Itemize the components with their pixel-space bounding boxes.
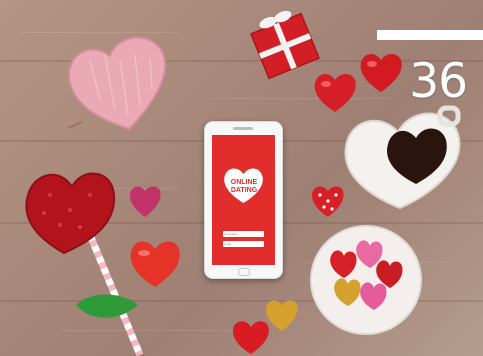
login-field-label: Login xyxy=(224,242,232,246)
plate-of-heart-candies-icon xyxy=(310,225,422,335)
login-field[interactable]: Login xyxy=(223,241,264,247)
username-field-label: Username xyxy=(224,232,238,236)
phone-speaker xyxy=(233,127,253,130)
pink-foil-heart-candy-icon xyxy=(129,186,161,217)
screen-title: ONLINE DATING xyxy=(225,179,263,195)
header-bar xyxy=(377,30,483,40)
screen-title-line2: DATING xyxy=(230,187,258,194)
screen-title-line1: ONLINE xyxy=(230,179,258,186)
red-heart-candy-icon xyxy=(360,54,402,92)
page-number: 36 xyxy=(409,54,468,109)
red-heart-candy-icon xyxy=(232,321,269,354)
polka-dot-heart-candy-icon xyxy=(311,186,344,217)
red-heart-candy-icon xyxy=(130,241,180,287)
username-field[interactable]: Username xyxy=(223,231,264,237)
phone-home-button xyxy=(238,268,250,276)
heart-shaped-coffee-cup-icon xyxy=(344,105,461,210)
pink-knitted-heart-icon xyxy=(67,36,167,131)
phone-screen: ONLINE DATING Username Login xyxy=(212,135,275,265)
smartphone: ONLINE DATING Username Login xyxy=(204,121,283,279)
